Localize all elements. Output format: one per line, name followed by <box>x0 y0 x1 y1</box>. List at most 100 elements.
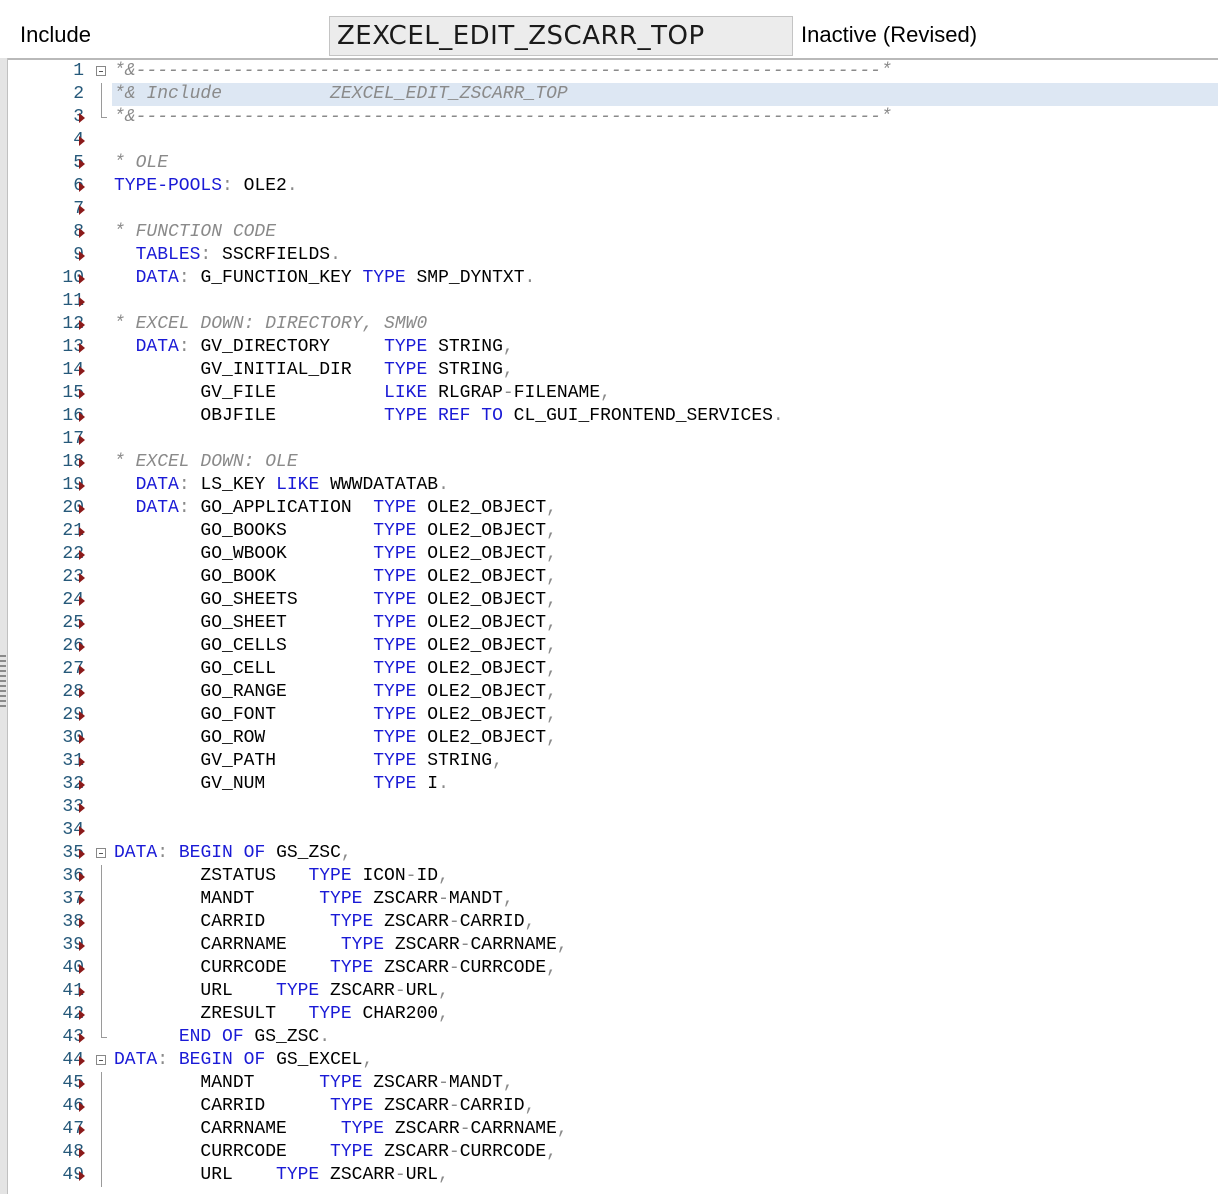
code-text-area[interactable]: GV_NUM TYPE I. <box>112 773 1218 796</box>
code-text-area[interactable]: URL TYPE ZSCARR-URL, <box>112 980 1218 1003</box>
code-text-area[interactable]: GO_SHEETS TYPE OLE2_OBJECT, <box>112 589 1218 612</box>
line-marker-arrow-icon[interactable] <box>79 136 85 146</box>
code-line[interactable]: 4 <box>8 129 1218 152</box>
code-line[interactable]: 18 * EXCEL DOWN: OLE <box>8 451 1218 474</box>
code-line[interactable]: 36 ZSTATUS TYPE ICON-ID, <box>8 865 1218 888</box>
code-text-area[interactable]: GO_BOOK TYPE OLE2_OBJECT, <box>112 566 1218 589</box>
code-text-area[interactable]: GO_CELLS TYPE OLE2_OBJECT, <box>112 635 1218 658</box>
line-marker-arrow-icon[interactable] <box>79 435 85 445</box>
line-marker-arrow-icon[interactable] <box>79 320 85 330</box>
code-text-area[interactable]: CARRID TYPE ZSCARR-CARRID, <box>112 911 1218 934</box>
code-text-area[interactable]: CURRCODE TYPE ZSCARR-CURRCODE, <box>112 1141 1218 1164</box>
line-marker-arrow-icon[interactable] <box>79 205 85 215</box>
line-marker-arrow-icon[interactable] <box>79 895 85 905</box>
line-marker-arrow-icon[interactable] <box>79 251 85 261</box>
line-marker-arrow-icon[interactable] <box>79 826 85 836</box>
code-text-area[interactable]: TYPE-POOLS: OLE2. <box>112 175 1218 198</box>
line-marker-arrow-icon[interactable] <box>79 780 85 790</box>
code-line[interactable]: 9 TABLES: SSCRFIELDS. <box>8 244 1218 267</box>
code-text-area[interactable]: * FUNCTION CODE <box>112 221 1218 244</box>
code-line[interactable]: 48 CURRCODE TYPE ZSCARR-CURRCODE, <box>8 1141 1218 1164</box>
code-line[interactable]: 34 <box>8 819 1218 842</box>
code-text-area[interactable]: GV_PATH TYPE STRING, <box>112 750 1218 773</box>
code-text-area[interactable]: GO_CELL TYPE OLE2_OBJECT, <box>112 658 1218 681</box>
code-text-area[interactable] <box>112 428 1218 451</box>
code-line[interactable]: 38 CARRID TYPE ZSCARR-CARRID, <box>8 911 1218 934</box>
code-text-area[interactable]: DATA: G_FUNCTION_KEY TYPE SMP_DYNTXT. <box>112 267 1218 290</box>
code-line[interactable]: 3 *&-------------------------------------… <box>8 106 1218 129</box>
code-text-area[interactable]: GO_WBOOK TYPE OLE2_OBJECT, <box>112 543 1218 566</box>
code-text-area[interactable]: * EXCEL DOWN: OLE <box>112 451 1218 474</box>
line-marker-arrow-icon[interactable] <box>79 1125 85 1135</box>
line-marker-arrow-icon[interactable] <box>79 343 85 353</box>
code-text-area[interactable] <box>112 819 1218 842</box>
line-marker-arrow-icon[interactable] <box>79 550 85 560</box>
code-line[interactable]: 5 * OLE <box>8 152 1218 175</box>
code-text-area[interactable]: * EXCEL DOWN: DIRECTORY, SMW0 <box>112 313 1218 336</box>
code-line[interactable]: 33 <box>8 796 1218 819</box>
code-text-area[interactable]: GO_FONT TYPE OLE2_OBJECT, <box>112 704 1218 727</box>
line-marker-arrow-icon[interactable] <box>79 1056 85 1066</box>
code-line[interactable]: 40 CURRCODE TYPE ZSCARR-CURRCODE, <box>8 957 1218 980</box>
code-line[interactable]: 14 GV_INITIAL_DIR TYPE STRING, <box>8 359 1218 382</box>
code-line[interactable]: 32 GV_NUM TYPE I. <box>8 773 1218 796</box>
code-text-area[interactable]: DATA: BEGIN OF GS_ZSC, <box>112 842 1218 865</box>
line-marker-arrow-icon[interactable] <box>79 849 85 859</box>
code-text-area[interactable]: DATA: GO_APPLICATION TYPE OLE2_OBJECT, <box>112 497 1218 520</box>
code-line[interactable]: 39 CARRNAME TYPE ZSCARR-CARRNAME, <box>8 934 1218 957</box>
code-line[interactable]: 24 GO_SHEETS TYPE OLE2_OBJECT, <box>8 589 1218 612</box>
code-text-area[interactable]: ZSTATUS TYPE ICON-ID, <box>112 865 1218 888</box>
code-text-area[interactable]: *&--------------------------------------… <box>112 106 1218 129</box>
code-line[interactable]: 1 *&-------------------------------------… <box>8 60 1218 83</box>
code-text-area[interactable]: TABLES: SSCRFIELDS. <box>112 244 1218 267</box>
line-marker-arrow-icon[interactable] <box>79 619 85 629</box>
line-marker-arrow-icon[interactable] <box>79 665 85 675</box>
code-text-area[interactable]: DATA: LS_KEY LIKE WWWDATATAB. <box>112 474 1218 497</box>
line-marker-arrow-icon[interactable] <box>79 113 85 123</box>
line-marker-arrow-icon[interactable] <box>79 1171 85 1181</box>
code-line[interactable]: 7 <box>8 198 1218 221</box>
code-line[interactable]: 15 GV_FILE LIKE RLGRAP-FILENAME, <box>8 382 1218 405</box>
code-line[interactable]: 30 GO_ROW TYPE OLE2_OBJECT, <box>8 727 1218 750</box>
line-marker-arrow-icon[interactable] <box>79 803 85 813</box>
line-marker-arrow-icon[interactable] <box>79 642 85 652</box>
code-line[interactable]: 22 GO_WBOOK TYPE OLE2_OBJECT, <box>8 543 1218 566</box>
code-text-area[interactable]: GO_BOOKS TYPE OLE2_OBJECT, <box>112 520 1218 543</box>
line-marker-arrow-icon[interactable] <box>79 1010 85 1020</box>
code-line[interactable]: 49 URL TYPE ZSCARR-URL, <box>8 1164 1218 1187</box>
line-marker-arrow-icon[interactable] <box>79 711 85 721</box>
line-marker-arrow-icon[interactable] <box>79 941 85 951</box>
line-marker-arrow-icon[interactable] <box>79 481 85 491</box>
line-marker-arrow-icon[interactable] <box>79 504 85 514</box>
code-line[interactable]: 29 GO_FONT TYPE OLE2_OBJECT, <box>8 704 1218 727</box>
splitter-grip-icon[interactable] <box>0 655 6 709</box>
code-text-area[interactable]: GV_INITIAL_DIR TYPE STRING, <box>112 359 1218 382</box>
code-text-area[interactable]: CARRNAME TYPE ZSCARR-CARRNAME, <box>112 1118 1218 1141</box>
code-text-area[interactable]: DATA: GV_DIRECTORY TYPE STRING, <box>112 336 1218 359</box>
line-marker-arrow-icon[interactable] <box>79 757 85 767</box>
code-line[interactable]: 45 MANDT TYPE ZSCARR-MANDT, <box>8 1072 1218 1095</box>
code-text-area[interactable]: GO_SHEET TYPE OLE2_OBJECT, <box>112 612 1218 635</box>
code-line[interactable]: 8 * FUNCTION CODE <box>8 221 1218 244</box>
line-marker-arrow-icon[interactable] <box>79 228 85 238</box>
line-marker-arrow-icon[interactable] <box>79 182 85 192</box>
splitter-strip[interactable] <box>0 58 8 1194</box>
line-marker-arrow-icon[interactable] <box>79 596 85 606</box>
code-line[interactable]: 17 <box>8 428 1218 451</box>
code-line[interactable]: 27 GO_CELL TYPE OLE2_OBJECT, <box>8 658 1218 681</box>
object-name-field[interactable]: ZEXCEL_EDIT_ZSCARR_TOP <box>329 16 793 56</box>
code-text-area[interactable] <box>112 796 1218 819</box>
code-text-area[interactable]: OBJFILE TYPE REF TO CL_GUI_FRONTEND_SERV… <box>112 405 1218 428</box>
line-marker-arrow-icon[interactable] <box>79 274 85 284</box>
line-marker-arrow-icon[interactable] <box>79 366 85 376</box>
code-line[interactable]: 31 GV_PATH TYPE STRING, <box>8 750 1218 773</box>
code-text-area[interactable]: GO_RANGE TYPE OLE2_OBJECT, <box>112 681 1218 704</box>
code-text-area[interactable]: ZRESULT TYPE CHAR200, <box>112 1003 1218 1026</box>
code-line[interactable]: 2 *& Include ZEXCEL_EDIT_ZSCARR_TOP <box>8 83 1218 106</box>
code-line[interactable]: 13 DATA: GV_DIRECTORY TYPE STRING, <box>8 336 1218 359</box>
code-line[interactable]: 28 GO_RANGE TYPE OLE2_OBJECT, <box>8 681 1218 704</box>
code-line[interactable]: 23 GO_BOOK TYPE OLE2_OBJECT, <box>8 566 1218 589</box>
code-text-area[interactable] <box>112 129 1218 152</box>
line-marker-arrow-icon[interactable] <box>79 964 85 974</box>
code-text-area[interactable]: URL TYPE ZSCARR-URL, <box>112 1164 1218 1187</box>
